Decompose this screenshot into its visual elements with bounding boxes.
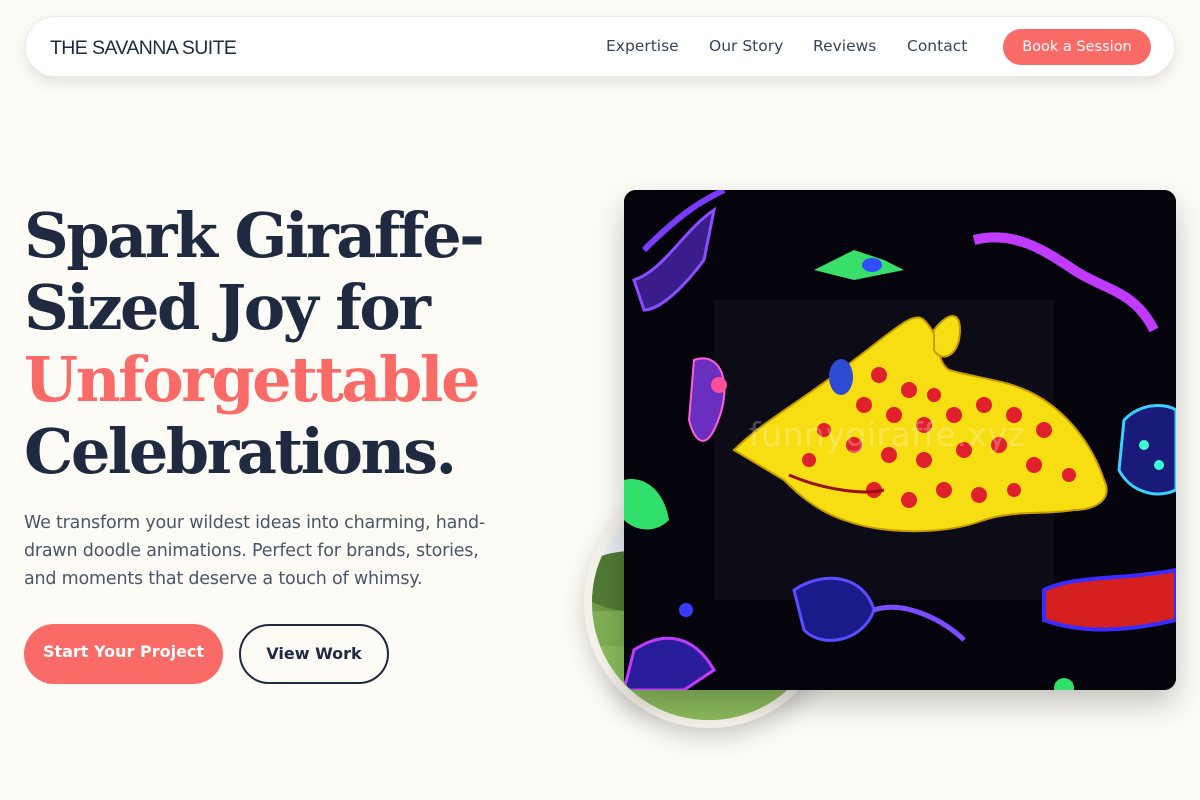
description-line-1: We transform your wildest ideas into cha…: [24, 513, 486, 533]
image-watermark: funnygiraffe.xyz: [749, 415, 1026, 454]
hero-description: We transform your wildest ideas into cha…: [24, 509, 544, 593]
nav-links: Expertise Our Story Reviews Contact: [26, 17, 1174, 76]
view-work-button[interactable]: View Work: [239, 624, 389, 684]
description-line-2: drawn doodle animations. Perfect for bra…: [24, 541, 479, 561]
headline-line-4: Celebrations.: [24, 415, 457, 488]
hero-artwork: funnygiraffe.xyz: [624, 190, 1176, 690]
headline-line-accent: Unforgettable: [24, 343, 480, 416]
headline-line-2: Sized Joy for: [24, 271, 431, 344]
nav-link-reviews[interactable]: Reviews: [813, 37, 876, 55]
nav-link-our-story[interactable]: Our Story: [709, 37, 783, 55]
nav-link-expertise[interactable]: Expertise: [606, 37, 679, 55]
hero-headline: Spark Giraffe- Sized Joy for Unforgettab…: [24, 200, 584, 488]
headline-line-1: Spark Giraffe-: [24, 199, 485, 272]
top-navbar: THE SAVANNA SUITE Expertise Our Story Re…: [25, 16, 1175, 77]
book-session-button[interactable]: Book a Session: [1003, 29, 1151, 65]
description-line-3: and moments that deserve a touch of whim…: [24, 569, 423, 589]
start-project-button[interactable]: Start Your Project: [24, 624, 223, 684]
nav-link-contact[interactable]: Contact: [907, 37, 967, 55]
